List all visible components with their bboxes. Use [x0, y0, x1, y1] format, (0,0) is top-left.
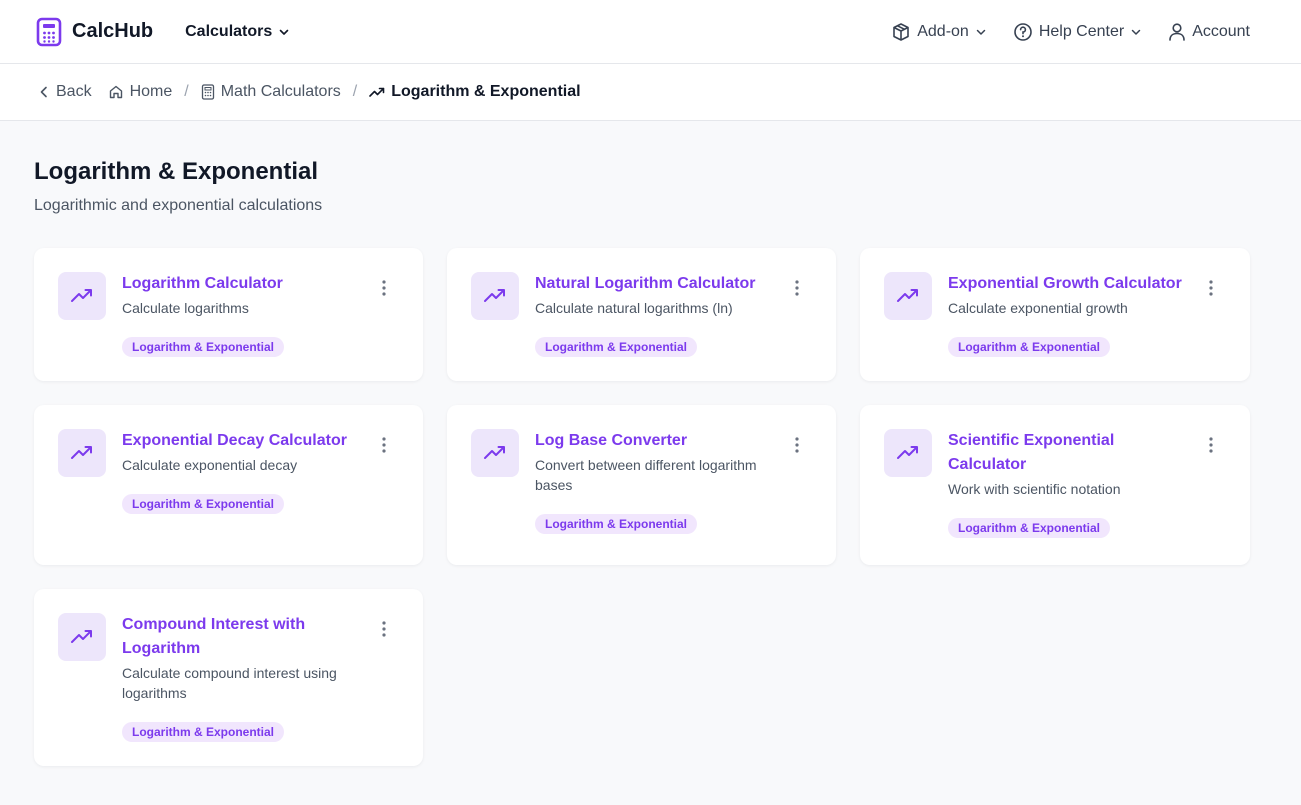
breadcrumb-current: Logarithm & Exponential — [369, 83, 581, 101]
card-title[interactable]: Logarithm Calculator — [122, 272, 369, 296]
chevron-down-icon — [1131, 29, 1141, 35]
card-description: Calculate exponential decay — [122, 457, 298, 473]
breadcrumb-home-label: Home — [129, 83, 173, 100]
package-icon — [893, 23, 910, 41]
trending-up-icon — [484, 446, 505, 459]
category-tag: Logarithm & Exponential — [948, 337, 1111, 357]
card-description: Calculate compound interest using logari… — [122, 665, 337, 701]
calculator-card[interactable]: Scientific Exponential Calculator Work w… — [860, 405, 1250, 565]
calculator-card[interactable]: Exponential Growth Calculator Calculate … — [860, 248, 1250, 381]
card-body: Exponential Decay Calculator Calculate e… — [122, 429, 399, 541]
calculators-menu-label: Calculators — [185, 22, 273, 40]
card-body: Natural Logarithm Calculator Calculate n… — [535, 272, 812, 357]
more-vertical-icon[interactable] — [379, 619, 389, 639]
trending-up-icon — [897, 289, 918, 302]
card-description: Calculate natural logarithms (ln) — [535, 300, 733, 316]
top-navbar: CalcHub Calculators Add-on Help Center A… — [0, 0, 1301, 64]
card-icon-box — [58, 613, 106, 661]
breadcrumb-separator: / — [352, 83, 358, 100]
trending-up-icon — [71, 446, 92, 459]
calculator-icon — [36, 17, 62, 46]
card-body: Scientific Exponential Calculator Work w… — [948, 429, 1226, 541]
account-label: Account — [1192, 23, 1250, 40]
card-title[interactable]: Log Base Converter — [535, 429, 782, 453]
card-icon-box — [884, 429, 932, 477]
main-content: Logarithm & Exponential Logarithmic and … — [0, 121, 1301, 766]
page-subtitle: Logarithmic and exponential calculations — [34, 197, 323, 214]
more-vertical-icon[interactable] — [1206, 435, 1216, 455]
card-title[interactable]: Exponential Decay Calculator — [122, 429, 369, 453]
header-actions: Add-on Help Center Account — [891, 0, 1250, 64]
more-vertical-icon[interactable] — [379, 278, 389, 298]
calculator-card[interactable]: Natural Logarithm Calculator Calculate n… — [447, 248, 836, 381]
back-label: Back — [56, 83, 92, 100]
category-tag: Logarithm & Exponential — [122, 337, 285, 357]
calculator-card[interactable]: Log Base Converter Convert between diffe… — [447, 405, 836, 565]
home-icon — [109, 85, 122, 99]
more-vertical-icon[interactable] — [792, 278, 802, 298]
card-icon-box — [471, 272, 519, 320]
card-title[interactable]: Compound Interest with Logarithm — [122, 613, 369, 661]
chevron-down-icon — [279, 29, 289, 35]
user-icon — [1169, 23, 1185, 41]
trending-up-icon — [897, 446, 918, 459]
trending-up-icon — [71, 630, 92, 643]
breadcrumb-math-calculators[interactable]: Math Calculators — [201, 83, 341, 101]
calculator-card[interactable]: Exponential Decay Calculator Calculate e… — [34, 405, 423, 565]
category-tag: Logarithm & Exponential — [535, 337, 698, 357]
trending-up-icon — [484, 289, 505, 302]
breadcrumb: Back Home / Math Calculators / Logarithm… — [0, 64, 1301, 121]
category-tag: Logarithm & Exponential — [122, 494, 285, 514]
breadcrumb-math-label: Math Calculators — [220, 83, 341, 100]
trending-up-icon — [71, 289, 92, 302]
card-icon-box — [58, 429, 106, 477]
card-description: Convert between different logarithm base… — [535, 457, 757, 493]
card-icon-box — [884, 272, 932, 320]
back-button[interactable]: Back — [38, 83, 92, 101]
help-center-menu[interactable]: Help Center — [1013, 22, 1142, 42]
calculator-card[interactable]: Logarithm Calculator Calculate logarithm… — [34, 248, 423, 381]
more-vertical-icon[interactable] — [379, 435, 389, 455]
category-tag: Logarithm & Exponential — [948, 518, 1111, 538]
calculator-card[interactable]: Compound Interest with Logarithm Calcula… — [34, 589, 423, 766]
help-circle-icon — [1014, 23, 1032, 41]
more-vertical-icon[interactable] — [1206, 278, 1216, 298]
addon-menu[interactable]: Add-on — [891, 22, 987, 42]
card-body: Logarithm Calculator Calculate logarithm… — [122, 272, 399, 357]
card-description: Calculate logarithms — [122, 300, 249, 316]
brand-name: CalcHub — [72, 20, 154, 42]
card-body: Log Base Converter Convert between diffe… — [535, 429, 812, 541]
page-title: Logarithm & Exponential — [34, 158, 319, 185]
card-description: Work with scientific notation — [948, 481, 1121, 497]
calculator-grid: Logarithm Calculator Calculate logarithm… — [34, 248, 1267, 766]
category-tag: Logarithm & Exponential — [122, 722, 285, 742]
card-body: Exponential Growth Calculator Calculate … — [948, 272, 1226, 357]
calculator-icon — [201, 84, 214, 100]
card-title[interactable]: Natural Logarithm Calculator — [535, 272, 782, 296]
card-title[interactable]: Exponential Growth Calculator — [948, 272, 1196, 296]
breadcrumb-current-label: Logarithm & Exponential — [391, 83, 581, 100]
card-icon-box — [471, 429, 519, 477]
breadcrumb-home[interactable]: Home — [108, 83, 173, 101]
card-title[interactable]: Scientific Exponential Calculator — [948, 429, 1196, 477]
card-icon-box — [58, 272, 106, 320]
breadcrumb-separator: / — [184, 83, 189, 100]
chevron-down-icon — [976, 29, 986, 35]
help-center-label: Help Center — [1038, 23, 1125, 40]
account-menu[interactable]: Account — [1168, 22, 1250, 42]
card-body: Compound Interest with Logarithm Calcula… — [122, 613, 399, 742]
category-tag: Logarithm & Exponential — [535, 514, 698, 534]
card-description: Calculate exponential growth — [948, 300, 1128, 316]
more-vertical-icon[interactable] — [792, 435, 802, 455]
brand[interactable]: CalcHub — [36, 17, 153, 47]
addon-label: Add-on — [917, 23, 969, 40]
trending-up-icon — [369, 87, 385, 97]
calculators-menu[interactable]: Calculators — [185, 23, 290, 41]
chevron-left-icon — [40, 86, 47, 98]
